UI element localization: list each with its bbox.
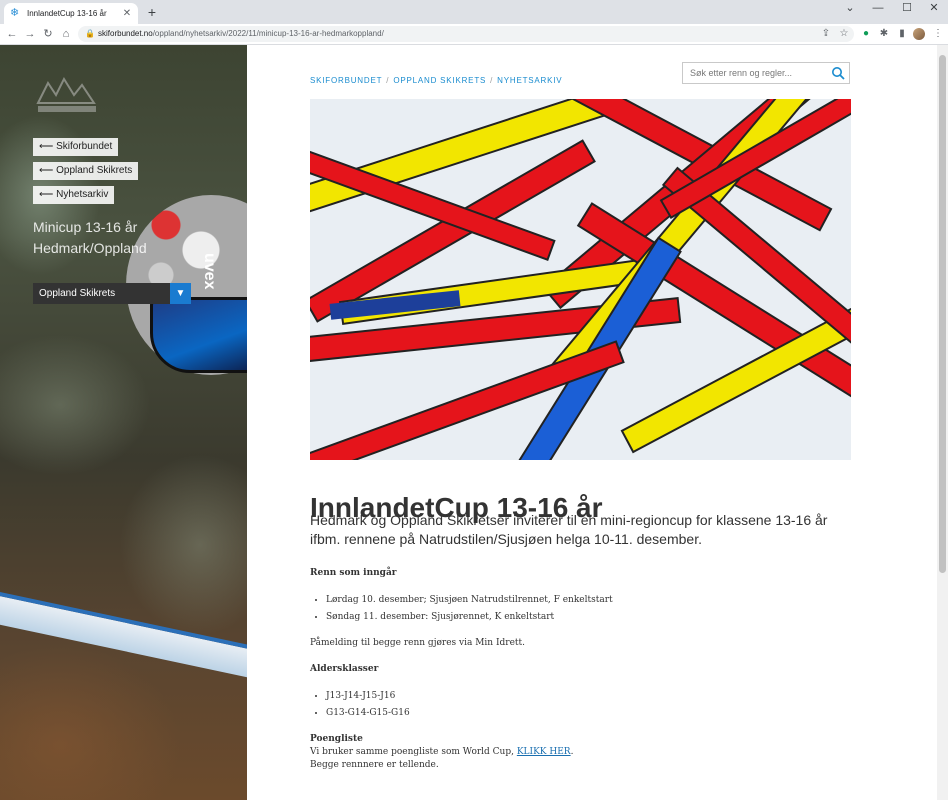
article-body: Renn som inngår Lørdag 10. desember; Sju…: [310, 567, 840, 772]
puzzle-icon[interactable]: ✱: [876, 26, 892, 42]
breadcrumb-skiforbundet[interactable]: SKIFORBUNDET: [310, 76, 382, 85]
home-icon[interactable]: ⌂: [58, 26, 74, 42]
region-select-value: Oppland Skikrets: [39, 288, 116, 299]
back-to-skiforbundet-button[interactable]: ⟵ Skiforbundet: [33, 138, 119, 156]
sidebar-page-title: Minicup 13-16 år Hedmark/Oppland: [33, 219, 147, 256]
browser-tab-bar: ❄ InnlandetCup 13-16 år ✕ + ⌄ — ☐ ✕: [0, 0, 948, 24]
points-after: .: [570, 747, 574, 757]
url-host: skiforbundet.no: [98, 29, 153, 38]
article-hero-image: [310, 99, 851, 460]
page-scrollbar[interactable]: [937, 45, 948, 800]
address-bar[interactable]: 🔒 skiforbundet.no/oppland/nyhetsarkiv/20…: [78, 26, 854, 42]
race-list: Lørdag 10. desember; Sjusjøen Natrudstil…: [310, 594, 840, 624]
list-item: Søndag 11. desember: Sjusjørennet, K enk…: [326, 611, 840, 624]
registration-text: Påmelding til begge renn gjøres via Min …: [310, 638, 525, 648]
reload-icon[interactable]: ↻: [40, 26, 56, 42]
points-text: Vi bruker samme poengliste som World Cup…: [310, 747, 517, 757]
browser-toolbar: ← → ↻ ⌂ 🔒 skiforbundet.no/oppland/nyhets…: [0, 24, 948, 45]
list-item: Lørdag 10. desember; Sjusjøen Natrudstil…: [326, 594, 840, 607]
points-link[interactable]: KLIKK HER: [517, 747, 571, 757]
section-heading-classes: Aldersklasser: [310, 664, 379, 674]
forward-icon[interactable]: →: [22, 26, 38, 42]
tab-title: InnlandetCup 13-16 år: [27, 9, 107, 18]
list-item: G13-G14-G15-G16: [326, 707, 840, 720]
plus-icon[interactable]: +: [144, 4, 160, 20]
region-select[interactable]: Oppland Skikrets ▼: [33, 283, 191, 304]
star-icon[interactable]: ☆: [836, 26, 852, 42]
section-heading-points: Poengliste: [310, 734, 363, 744]
search-icon[interactable]: [831, 66, 845, 80]
scrollbar-thumb[interactable]: [939, 55, 946, 573]
snowflake-icon: ❄: [10, 7, 20, 19]
url-path: /oppland/nyhetsarkiv/2022/11/minicup-13-…: [152, 29, 384, 38]
points-section: Poengliste Vi bruker samme poengliste so…: [310, 733, 840, 772]
hero-panel: uvex ⟵ Skiforbundet ⟵ Oppland Skikrets ⟵…: [0, 45, 247, 800]
main-content: SKIFORBUNDET / OPPLAND SKIKRETS / NYHETSARKI…: [247, 45, 937, 800]
both-count-text: Begge rennnere er tellende.: [310, 760, 439, 770]
lock-icon: 🔒: [85, 29, 95, 38]
chevron-down-icon[interactable]: ⌄: [836, 0, 864, 16]
article-lead: Hedmark og Oppland Skikretser inviterer …: [310, 512, 828, 547]
close-window-icon[interactable]: ✕: [920, 0, 948, 16]
back-icon[interactable]: ←: [4, 26, 20, 42]
extension-grammarly-icon[interactable]: ●: [858, 26, 874, 42]
breadcrumb-oppland[interactable]: OPPLAND SKIKRETS: [393, 76, 486, 85]
back-to-nyhetsarkiv-button[interactable]: ⟵ Nyhetsarkiv: [33, 186, 115, 204]
close-tab-icon[interactable]: ✕: [122, 8, 132, 19]
section-heading-races: Renn som inngår: [310, 568, 397, 578]
profile-avatar[interactable]: [913, 28, 925, 40]
share-icon[interactable]: ⇪: [818, 26, 834, 42]
breadcrumb: SKIFORBUNDET / OPPLAND SKIKRETS / NYHETSARKI…: [310, 76, 562, 85]
menu-kebab-icon[interactable]: ⋮: [930, 26, 946, 42]
breadcrumb-nyhetsarkiv[interactable]: NYHETSARKIV: [497, 76, 562, 85]
sidebar-nav: ⟵ Skiforbundet ⟵ Oppland Skikrets ⟵ Nyhe…: [33, 138, 139, 210]
chevron-down-icon[interactable]: ▼: [170, 283, 191, 304]
browser-tab[interactable]: ❄ InnlandetCup 13-16 år ✕: [4, 3, 138, 24]
sidepanel-icon[interactable]: ▮: [894, 26, 910, 42]
search-box: [682, 62, 850, 84]
minimize-icon[interactable]: —: [864, 0, 892, 16]
ski-photo: [0, 591, 247, 681]
skiforbundet-logo: [36, 76, 96, 112]
class-list: J13-J14-J15-J16 G13-G14-G15-G16: [310, 690, 840, 720]
breadcrumb-separator: /: [490, 76, 494, 85]
list-item: J13-J14-J15-J16: [326, 690, 840, 703]
back-to-oppland-button[interactable]: ⟵ Oppland Skikrets: [33, 162, 139, 180]
maximize-icon[interactable]: ☐: [893, 0, 921, 16]
search-input[interactable]: [683, 63, 830, 83]
goggle-photo: [150, 297, 247, 373]
breadcrumb-separator: /: [386, 76, 390, 85]
